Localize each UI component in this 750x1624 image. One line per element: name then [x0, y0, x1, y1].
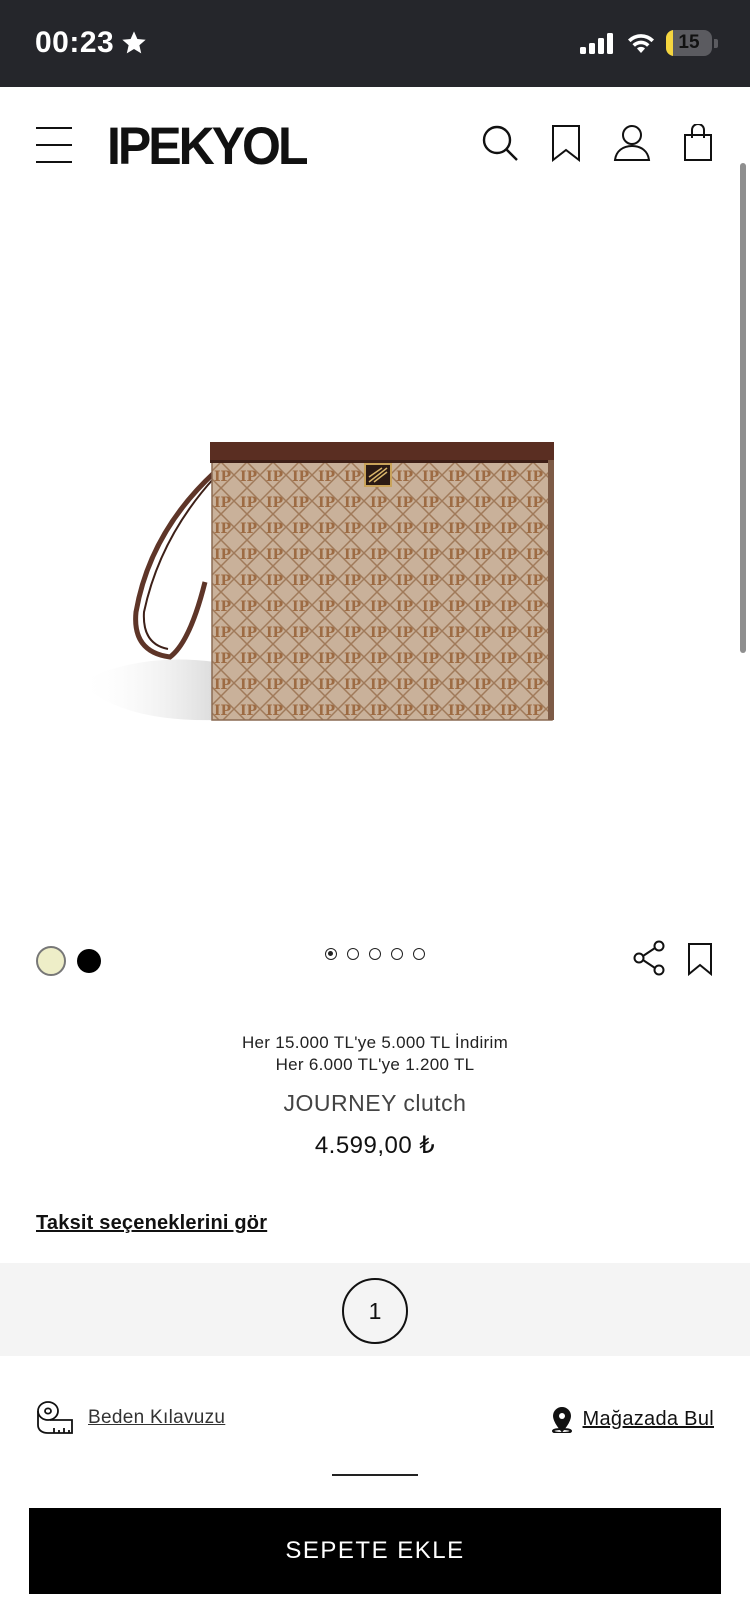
product-image[interactable]: IP	[0, 202, 750, 902]
battery-indicator: 15	[666, 30, 718, 56]
gallery-dot[interactable]	[413, 948, 425, 960]
battery-level: 15	[678, 32, 700, 53]
promo-line-1: Her 15.000 TL'ye 5.000 TL İndirim	[241, 1033, 509, 1052]
product-page: 00:23 15 IPEKYOL Her 15.000 TL'ye 5.000 …	[0, 0, 750, 1624]
wifi-icon	[628, 34, 654, 53]
color-swatch-cream[interactable]	[36, 946, 66, 976]
header-actions	[480, 123, 718, 163]
search-icon[interactable]	[480, 123, 520, 163]
brand-logo[interactable]: IPEKYOL	[107, 116, 308, 177]
find-in-store-label: Mağazada Bul	[582, 1407, 714, 1430]
gallery-dot[interactable]	[391, 948, 403, 960]
add-to-cart-button[interactable]: SEPETE EKLE	[29, 1508, 721, 1594]
bookmark-icon[interactable]	[546, 123, 586, 163]
tape-measure-icon	[37, 1401, 73, 1434]
gallery-dot[interactable]	[369, 948, 381, 960]
menu-icon[interactable]	[36, 127, 72, 165]
signal-icon	[580, 33, 613, 54]
size-guide-label: Beden Kılavuzu	[88, 1407, 226, 1428]
site-header: IPEKYOL	[0, 87, 750, 202]
clutch-bag-image: IP	[80, 442, 554, 721]
installment-options-link[interactable]: Taksit seçeneklerini gör	[36, 1212, 267, 1235]
size-selector: 1	[0, 1263, 750, 1356]
share-icon[interactable]	[632, 940, 666, 976]
shopping-bag-icon[interactable]	[678, 123, 718, 163]
color-swatch-black[interactable]	[77, 949, 101, 973]
battery-icon: 15	[666, 30, 712, 56]
status-indicators: 15	[580, 30, 718, 56]
status-bar: 00:23 15	[0, 0, 750, 87]
size-option[interactable]: 1	[342, 1278, 408, 1344]
gallery-dot[interactable]	[325, 948, 337, 960]
product-title: JOURNEY clutch	[283, 1090, 467, 1116]
status-time-group: 00:23	[35, 26, 148, 60]
size-guide-link[interactable]: Beden Kılavuzu	[36, 1399, 225, 1437]
star-icon	[122, 31, 146, 54]
battery-fill	[666, 30, 673, 56]
product-price: 4.599,00 ₺	[314, 1132, 436, 1159]
user-icon[interactable]	[612, 123, 652, 163]
gallery-dot[interactable]	[347, 948, 359, 960]
find-in-store-link[interactable]: Mağazada Bul	[551, 1405, 714, 1433]
gallery-pagination	[325, 948, 425, 960]
divider	[332, 1474, 418, 1476]
battery-cap	[714, 38, 718, 48]
location-pin-icon	[551, 1407, 572, 1433]
wishlist-bookmark-icon[interactable]	[687, 942, 713, 977]
status-time: 00:23	[35, 26, 115, 59]
promo-line-2: Her 6.000 TL'ye 1.200 TL	[275, 1055, 475, 1074]
